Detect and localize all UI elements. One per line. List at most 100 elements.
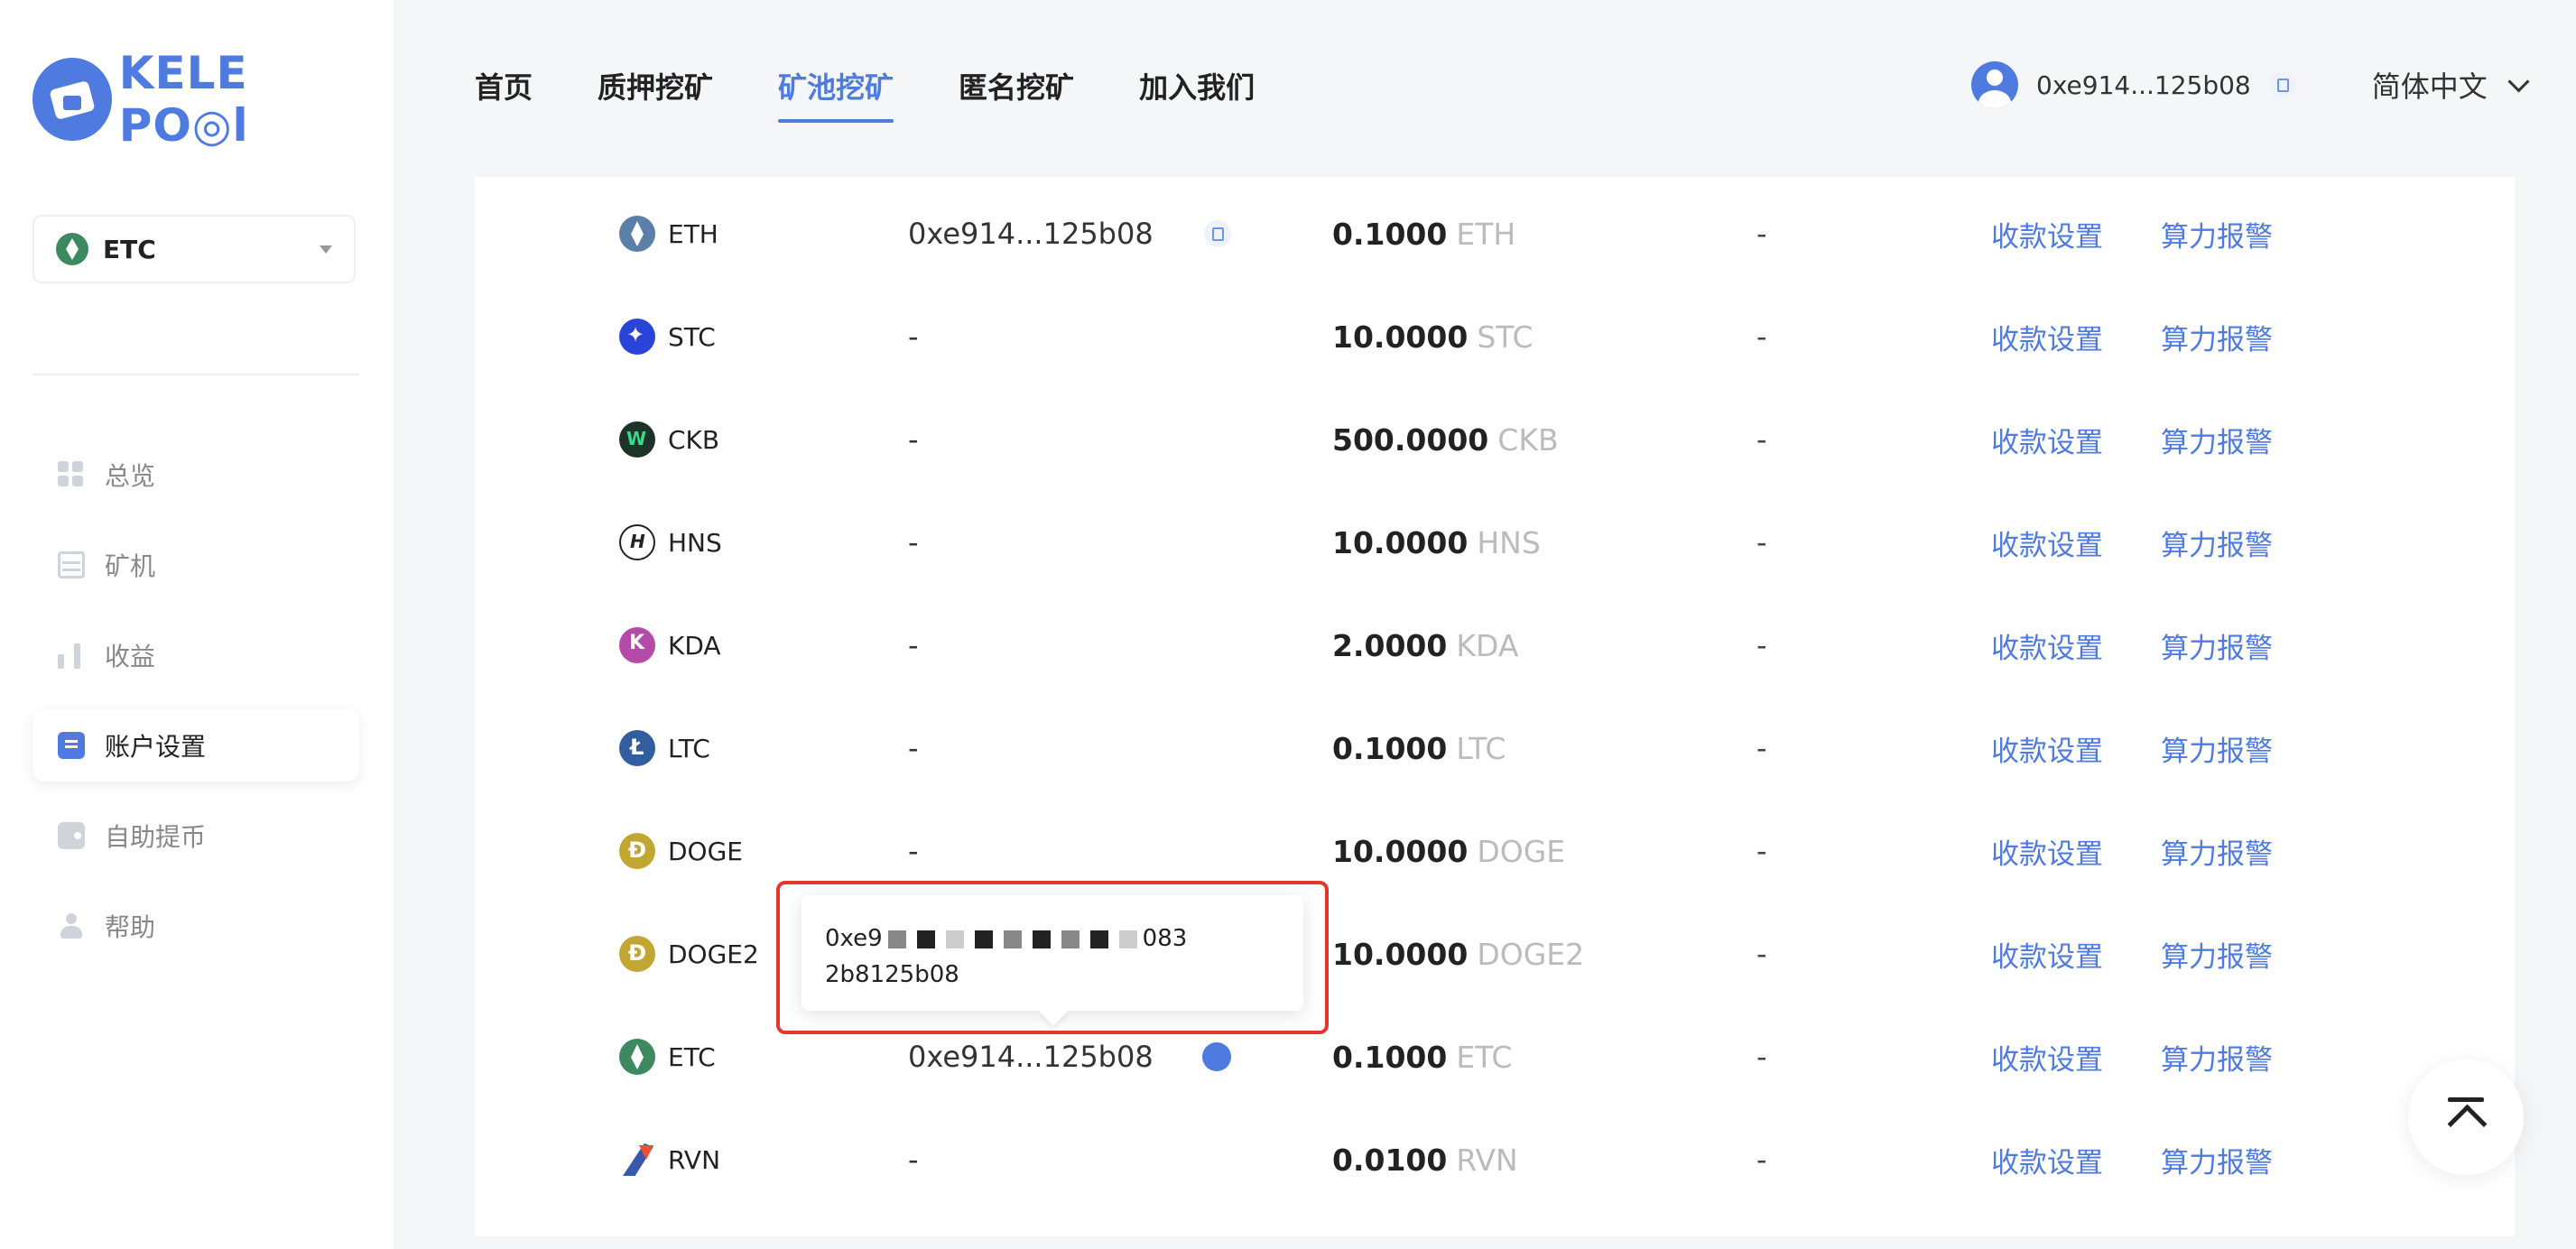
min-payout-value: 0.1000 <box>1332 1039 1448 1075</box>
min-payout-value: 2.0000 <box>1332 627 1448 663</box>
language-select[interactable]: 简体中文 <box>2372 64 2530 106</box>
sidebar-item-label: 总览 <box>105 461 156 491</box>
min-payout-cell: 0.0100 RVN <box>1332 1108 1518 1211</box>
payment-settings-link[interactable]: 收款设置 <box>1991 902 2103 1005</box>
sidebar-nav: 总览 矿机 收益 账户设置 自助提币 帮助 <box>32 439 359 980</box>
coin-cell: LTC <box>619 697 710 800</box>
sidebar-item-label: 自助提币 <box>105 822 207 852</box>
extra-cell: - <box>1756 1040 1767 1074</box>
address-cell: - <box>908 319 919 354</box>
table-row: CKB - 500.0000 CKB - 收款设置 算力报警 <box>475 388 2515 491</box>
sidebar-item-withdraw[interactable]: 自助提币 <box>32 800 359 872</box>
copy-icon[interactable] <box>2268 71 2296 98</box>
hns-icon <box>619 524 655 560</box>
coin-name: LTC <box>668 733 710 763</box>
min-payout-cell: 10.0000 HNS <box>1332 491 1541 594</box>
coin-cell: DOGE2 <box>619 902 759 1005</box>
min-payout-value: 10.0000 <box>1332 524 1469 560</box>
nav-join-us[interactable]: 加入我们 <box>1139 65 1255 106</box>
nav-anonymous-mining[interactable]: 匿名挖矿 <box>959 65 1074 106</box>
payment-settings-link[interactable]: 收款设置 <box>1991 594 2103 697</box>
sidebar-item-label: 矿机 <box>105 551 156 581</box>
payment-settings-link[interactable]: 收款设置 <box>1991 285 2103 388</box>
payment-settings-link[interactable]: 收款设置 <box>1991 800 2103 902</box>
hashrate-alert-link[interactable]: 算力报警 <box>2161 1005 2273 1108</box>
wallet-address[interactable]: 0xe914...125b08 <box>908 1040 1154 1074</box>
logo-text: KELE PO◎l <box>118 47 249 152</box>
copy-icon[interactable] <box>1203 220 1231 247</box>
account-settings-icon <box>58 732 85 759</box>
min-payout-value: 0.1000 <box>1332 216 1448 252</box>
coin-name: KDA <box>668 630 721 661</box>
help-user-icon <box>58 912 85 939</box>
nav-pool-mining[interactable]: 矿池挖矿 <box>778 65 894 123</box>
sidebar-item-account-settings[interactable]: 账户设置 <box>32 709 359 782</box>
sidebar-item-miners[interactable]: 矿机 <box>32 529 359 601</box>
avatar[interactable] <box>1971 61 2018 108</box>
min-payout-unit: RVN <box>1456 1142 1518 1178</box>
min-payout-unit: CKB <box>1497 421 1559 458</box>
hashrate-alert-link[interactable]: 算力报警 <box>2161 902 2273 1005</box>
extra-cell: - <box>1756 319 1767 354</box>
payment-settings-link[interactable]: 收款设置 <box>1991 491 2103 594</box>
min-payout-unit: KDA <box>1456 627 1519 663</box>
payment-settings-link[interactable]: 收款设置 <box>1991 388 2103 491</box>
coin-select[interactable]: ETC <box>32 215 356 283</box>
coin-name: RVN <box>668 1144 721 1175</box>
min-payout-unit: ETH <box>1456 216 1516 252</box>
payment-settings-link[interactable]: 收款设置 <box>1991 182 2103 285</box>
coin-name: CKB <box>668 424 720 455</box>
sidebar-item-help[interactable]: 帮助 <box>32 890 359 962</box>
payment-settings-link[interactable]: 收款设置 <box>1991 697 2103 800</box>
sidebar-item-overview[interactable]: 总览 <box>32 439 359 511</box>
hashrate-alert-link[interactable]: 算力报警 <box>2161 285 2273 388</box>
logo[interactable]: KELE PO◎l <box>32 47 394 152</box>
sidebar-item-earnings[interactable]: 收益 <box>32 619 359 691</box>
hashrate-alert-link[interactable]: 算力报警 <box>2161 594 2273 697</box>
wallet-address[interactable]: 0xe914...125b08 <box>908 217 1154 251</box>
address-cell: 0xe914...125b08 <box>908 182 1231 285</box>
payment-settings-link[interactable]: 收款设置 <box>1991 1005 2103 1108</box>
nav-home[interactable]: 首页 <box>475 65 533 106</box>
hashrate-alert-link[interactable]: 算力报警 <box>2161 182 2273 285</box>
coin-name: ETH <box>668 218 718 249</box>
coin-cell: CKB <box>619 388 719 491</box>
user-address[interactable]: 0xe914...125b08 <box>2036 70 2251 100</box>
miner-server-icon <box>58 551 85 578</box>
coin-name: DOGE <box>668 836 743 866</box>
payment-settings-link[interactable]: 收款设置 <box>1991 1108 2103 1211</box>
doge-icon <box>619 833 655 869</box>
hashrate-alert-link[interactable]: 算力报警 <box>2161 388 2273 491</box>
min-payout-cell: 10.0000 STC <box>1332 285 1534 388</box>
logo-mark-icon <box>32 58 112 141</box>
hashrate-alert-link[interactable]: 算力报警 <box>2161 491 2273 594</box>
min-payout-value: 0.0100 <box>1332 1142 1448 1178</box>
min-payout-unit: DOGE <box>1477 833 1566 869</box>
copy-icon[interactable] <box>1201 1042 1231 1071</box>
min-payout-value: 10.0000 <box>1332 319 1469 355</box>
min-payout-cell: 0.1000 ETH <box>1332 182 1515 285</box>
table-row: RVN - 0.0100 RVN - 收款设置 算力报警 <box>475 1108 2515 1211</box>
sidebar-item-label: 帮助 <box>105 912 156 942</box>
extra-cell: - <box>1756 937 1767 971</box>
min-payout-value: 0.1000 <box>1332 730 1448 766</box>
extra-cell: - <box>1756 422 1767 457</box>
table-row: STC - 10.0000 STC - 收款设置 算力报警 <box>475 285 2515 388</box>
hashrate-alert-link[interactable]: 算力报警 <box>2161 1108 2273 1211</box>
back-to-top-button[interactable] <box>2408 1059 2524 1175</box>
top-nav: 首页 质押挖矿 矿池挖矿 匿名挖矿 加入我们 <box>475 65 1320 123</box>
hashrate-alert-link[interactable]: 算力报警 <box>2161 800 2273 902</box>
coin-cell: ETH <box>619 182 718 285</box>
extra-cell: - <box>1756 1143 1767 1177</box>
coin-cell: STC <box>619 285 716 388</box>
hashrate-alert-link[interactable]: 算力报警 <box>2161 697 2273 800</box>
coin-cell: HNS <box>619 491 722 594</box>
address-cell: - <box>908 628 919 662</box>
doge-icon <box>619 936 655 972</box>
coin-cell: KDA <box>619 594 721 697</box>
coin-cell: RVN <box>619 1108 720 1211</box>
min-payout-cell: 10.0000 DOGE <box>1332 800 1565 902</box>
extra-cell: - <box>1756 525 1767 560</box>
address-cell: - <box>908 525 919 560</box>
nav-staking[interactable]: 质押挖矿 <box>598 65 713 106</box>
